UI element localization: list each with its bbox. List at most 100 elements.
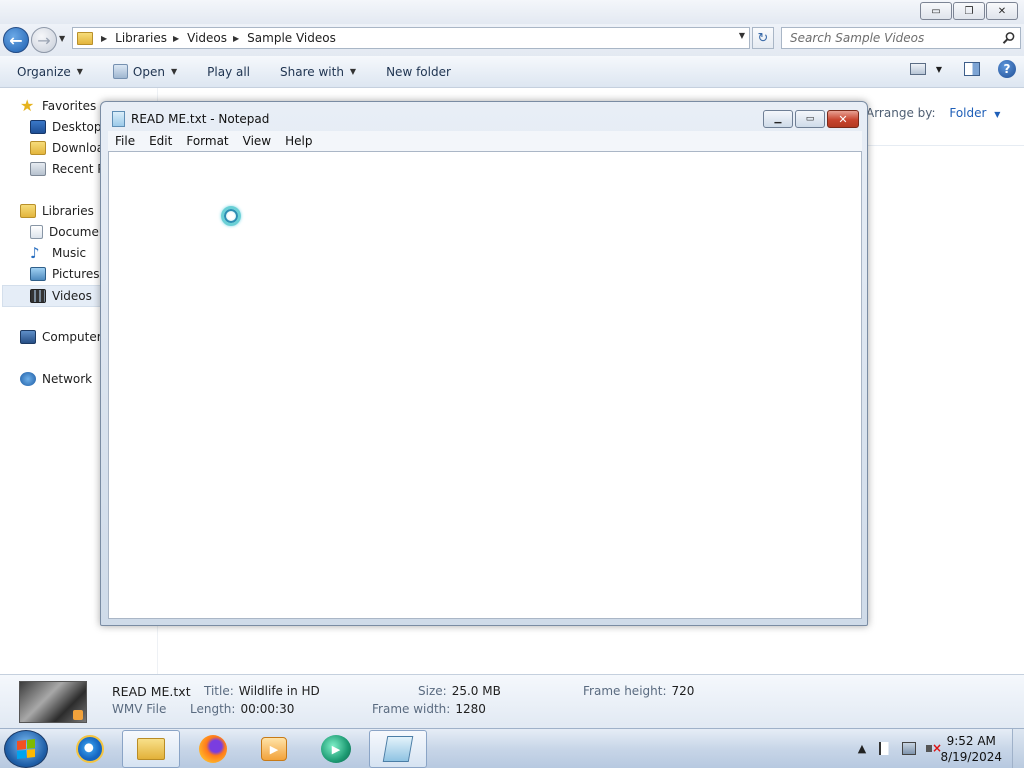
arrange-by-dropdown[interactable]: Folder bbox=[949, 106, 986, 120]
notepad-text-area[interactable] bbox=[108, 151, 862, 619]
nav-pictures[interactable]: Pictures bbox=[30, 267, 100, 281]
refresh-button[interactable]: ↻ bbox=[752, 27, 774, 49]
length-label: Length: bbox=[190, 702, 236, 716]
show-desktop-button[interactable] bbox=[1012, 729, 1024, 768]
notepad-close-button[interactable]: ✕ bbox=[827, 110, 859, 128]
maximize-button[interactable]: ❐ bbox=[953, 2, 985, 20]
chevron-down-icon[interactable]: ▼ bbox=[936, 65, 942, 74]
clock[interactable]: 9:52 AM 8/19/2024 bbox=[940, 733, 1002, 765]
tray-expand-icon[interactable]: ▲ bbox=[855, 741, 869, 755]
firefox-icon bbox=[199, 735, 227, 763]
volume-muted-icon[interactable] bbox=[926, 741, 942, 755]
change-view-icon[interactable] bbox=[909, 63, 926, 75]
refresh-icon: ↻ bbox=[757, 30, 769, 46]
nav-desktop-label: Desktop bbox=[52, 120, 102, 134]
recent-places-icon bbox=[30, 162, 46, 176]
videos-icon bbox=[30, 289, 46, 303]
share-with-label: Share with bbox=[280, 64, 344, 79]
nav-libraries[interactable]: Libraries bbox=[20, 204, 94, 218]
menu-format[interactable]: Format bbox=[179, 134, 235, 148]
nav-documents-label: Documer bbox=[49, 225, 104, 239]
organize-button[interactable]: Organize ▼ bbox=[8, 60, 92, 84]
close-button[interactable]: ✕ bbox=[986, 2, 1018, 20]
minimize-button[interactable]: ▭ bbox=[920, 2, 952, 20]
nav-computer-label: Computer bbox=[42, 330, 102, 344]
details-filename: READ ME.txt bbox=[112, 684, 191, 699]
taskbar-notepad[interactable] bbox=[369, 730, 427, 768]
nav-pictures-label: Pictures bbox=[52, 267, 100, 281]
open-button[interactable]: Open ▼ bbox=[104, 60, 186, 84]
taskbar-media-player[interactable]: ▶ bbox=[307, 730, 365, 768]
chevron-right-icon[interactable]: ▶ bbox=[101, 34, 107, 43]
minimize-icon: ▁ bbox=[774, 114, 782, 124]
title-value[interactable]: Wildlife in HD bbox=[239, 684, 320, 698]
back-button[interactable]: ← bbox=[3, 27, 29, 53]
command-bar-right: ▼ ? bbox=[909, 60, 1016, 78]
breadcrumb-libraries[interactable]: Libraries bbox=[115, 31, 167, 45]
menu-file[interactable]: File bbox=[108, 134, 142, 148]
chevron-down-icon[interactable]: ▼ bbox=[994, 110, 1000, 119]
new-folder-button[interactable]: New folder bbox=[377, 60, 460, 84]
notepad-minimize-button[interactable]: ▁ bbox=[763, 110, 793, 128]
media-player-icon: ▶ bbox=[261, 737, 287, 761]
network-status-icon[interactable] bbox=[902, 741, 916, 755]
breadcrumb-sample-videos[interactable]: Sample Videos bbox=[247, 31, 336, 45]
search-icon[interactable] bbox=[1002, 31, 1016, 45]
desktop-icon bbox=[30, 120, 46, 134]
play-all-label: Play all bbox=[207, 64, 251, 79]
content-divider bbox=[866, 145, 1024, 146]
notepad-menubar: File Edit Format View Help bbox=[108, 131, 862, 151]
recent-pages-dropdown[interactable]: ▼ bbox=[59, 34, 65, 43]
notepad-icon[interactable] bbox=[112, 111, 125, 127]
preview-pane-icon[interactable] bbox=[964, 62, 980, 76]
nav-documents[interactable]: Documer bbox=[30, 225, 104, 239]
nav-computer[interactable]: Computer bbox=[20, 330, 102, 344]
notepad-icon bbox=[382, 736, 414, 762]
taskbar-windows-explorer[interactable] bbox=[122, 730, 180, 768]
nav-network[interactable]: Network bbox=[20, 372, 92, 386]
star-icon: ★ bbox=[20, 96, 35, 115]
search-placeholder: Search Sample Videos bbox=[790, 31, 925, 45]
help-icon[interactable]: ? bbox=[998, 60, 1016, 78]
busy-cursor-icon bbox=[221, 206, 241, 226]
action-center-icon[interactable] bbox=[879, 741, 892, 755]
chevron-right-icon[interactable]: ▶ bbox=[233, 34, 239, 43]
windows-logo-icon bbox=[17, 739, 35, 759]
taskbar-media-center[interactable]: ▶ bbox=[245, 730, 303, 768]
restore-icon: ▭ bbox=[805, 114, 815, 124]
chevron-down-icon[interactable]: ▼ bbox=[739, 31, 745, 40]
start-button[interactable] bbox=[4, 730, 48, 768]
search-input[interactable]: Search Sample Videos bbox=[781, 27, 1021, 49]
breadcrumb-videos[interactable]: Videos bbox=[187, 31, 227, 45]
taskbar-internet-explorer[interactable] bbox=[61, 730, 119, 768]
nav-downloads[interactable]: Downloa bbox=[30, 141, 104, 155]
forward-button[interactable]: → bbox=[31, 27, 57, 53]
nav-recent-places[interactable]: Recent Pl bbox=[30, 162, 108, 176]
play-all-button[interactable]: Play all bbox=[198, 60, 259, 84]
organize-label: Organize bbox=[17, 64, 71, 79]
menu-view[interactable]: View bbox=[236, 134, 278, 148]
chevron-down-icon: ▼ bbox=[349, 67, 357, 76]
size-label: Size: bbox=[418, 684, 447, 698]
menu-help[interactable]: Help bbox=[278, 134, 319, 148]
explorer-titlebar[interactable]: ▭ ❐ ✕ bbox=[0, 0, 1024, 24]
nav-desktop[interactable]: Desktop bbox=[30, 120, 102, 134]
media-player-icon bbox=[112, 64, 128, 79]
notepad-maximize-button[interactable]: ▭ bbox=[795, 110, 825, 128]
downloads-icon bbox=[30, 141, 46, 155]
close-icon: ✕ bbox=[838, 112, 848, 126]
taskbar-firefox[interactable] bbox=[184, 730, 242, 768]
documents-icon bbox=[30, 225, 43, 239]
nav-favorites[interactable]: ★ Favorites bbox=[20, 96, 96, 115]
chevron-right-icon[interactable]: ▶ bbox=[173, 34, 179, 43]
address-bar[interactable]: ▶ Libraries ▶ Videos ▶ Sample Videos ▼ bbox=[72, 27, 750, 49]
size-value: 25.0 MB bbox=[451, 684, 501, 698]
menu-edit[interactable]: Edit bbox=[142, 134, 179, 148]
details-title: Title: Wildlife in HD bbox=[204, 684, 320, 698]
nav-music[interactable]: ♪ Music bbox=[30, 246, 86, 261]
details-pane: READ ME.txt WMV File Title: Wildlife in H… bbox=[0, 674, 1024, 728]
arrange-by-label: Arrange by: bbox=[866, 106, 936, 120]
taskbar: ▶ ▶ ▲ 9:52 AM 8/19/2024 bbox=[0, 728, 1024, 768]
clock-date: 8/19/2024 bbox=[940, 750, 1002, 764]
share-with-button[interactable]: Share with ▼ bbox=[271, 60, 365, 84]
